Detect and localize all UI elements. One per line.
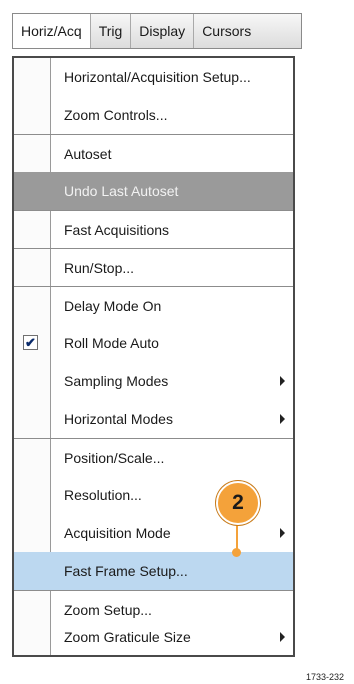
figure-code: 1733-232 (306, 672, 345, 682)
step-callout: 2 (216, 481, 260, 525)
menu-item-roll-mode-auto[interactable]: ✔ Roll Mode Auto (14, 324, 293, 362)
submenu-arrow-icon (280, 632, 285, 642)
menu-item-horizontal-modes[interactable]: Horizontal Modes (14, 400, 293, 438)
menu-item-label: Sampling Modes (64, 373, 169, 389)
menu-item-label: Zoom Controls... (64, 107, 168, 123)
menu-item-label: Fast Frame Setup... (64, 563, 188, 579)
callout-leader-dot (232, 548, 241, 557)
menu-bar: Horiz/Acq Trig Display Cursors (12, 13, 302, 49)
menu-item-position-scale[interactable]: Position/Scale... (14, 438, 293, 476)
menu-item-label: Fast Acquisitions (64, 221, 170, 238)
step-callout-number: 2 (232, 491, 244, 514)
menu-item-sampling-modes[interactable]: Sampling Modes (14, 362, 293, 400)
menu-horiz-acq[interactable]: Horiz/Acq (13, 14, 91, 48)
menu-item-run-stop[interactable]: Run/Stop... (14, 248, 293, 286)
menu-item-label: Delay Mode On (64, 297, 162, 314)
submenu-arrow-icon (280, 414, 285, 424)
menu-item-fast-frame-setup[interactable]: Fast Frame Setup... (14, 552, 293, 590)
menu-item-autoset[interactable]: Autoset (14, 134, 293, 172)
submenu-arrow-icon (280, 376, 285, 386)
menu-item-label: Position/Scale... (64, 449, 165, 466)
menu-item-label: Autoset (64, 145, 112, 162)
menu-display[interactable]: Display (131, 14, 195, 48)
menu-item-zoom-graticule-size[interactable]: Zoom Graticule Size (14, 618, 293, 656)
checkmark-icon: ✔ (23, 335, 38, 350)
menu-item-label: Resolution... (64, 487, 142, 503)
horiz-acq-dropdown: Horizontal/Acquisition Setup... Zoom Con… (12, 56, 295, 657)
menu-item-label: Undo Last Autoset (64, 183, 179, 199)
menu-item-horizontal-acquisition-setup[interactable]: Horizontal/Acquisition Setup... (14, 58, 293, 96)
submenu-arrow-icon (280, 528, 285, 538)
menu-item-zoom-controls[interactable]: Zoom Controls... (14, 96, 293, 134)
menu-item-label: Roll Mode Auto (64, 335, 159, 351)
menu-item-delay-mode-on[interactable]: Delay Mode On (14, 286, 293, 324)
menu-item-undo-last-autoset: Undo Last Autoset (14, 172, 293, 210)
menu-item-label: Horizontal/Acquisition Setup... (64, 69, 251, 85)
menu-item-label: Run/Stop... (64, 259, 135, 276)
menu-item-fast-acquisitions[interactable]: Fast Acquisitions (14, 210, 293, 248)
menu-item-label: Horizontal Modes (64, 411, 173, 427)
menu-cursors[interactable]: Cursors (194, 14, 259, 48)
menu-item-label: Acquisition Mode (64, 525, 171, 541)
menu-item-label: Zoom Graticule Size (64, 629, 191, 645)
menu-trig[interactable]: Trig (91, 14, 132, 48)
